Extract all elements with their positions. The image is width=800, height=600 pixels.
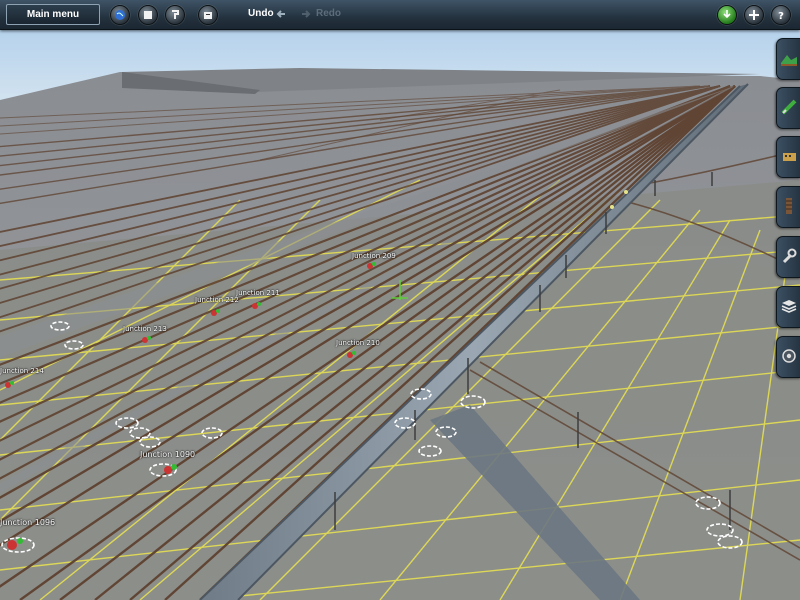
paint-brush-icon[interactable] (165, 5, 185, 25)
sidebar-tab-objects[interactable] (776, 136, 800, 178)
junction-label-211[interactable]: Junction 211 (236, 289, 280, 297)
layers-icon (781, 300, 797, 313)
sidebar-tab-rail[interactable] (776, 186, 800, 228)
top-toolbar: Main menu Undo Redo ? (0, 0, 800, 30)
junction-label-213[interactable]: Junction 213 (123, 325, 167, 333)
junction-label-1096[interactable]: Junction 1096 (0, 518, 55, 527)
world-scene[interactable] (0, 0, 800, 600)
building-icon (783, 153, 796, 161)
junction-label-214[interactable]: Junction 214 (0, 367, 44, 375)
redo-button[interactable]: Redo (316, 8, 341, 19)
earth-icon[interactable] (110, 5, 130, 25)
sidebar-tab-settings[interactable] (776, 236, 800, 278)
undo-arrow-icon[interactable] (275, 8, 287, 20)
svg-text:?: ? (778, 11, 784, 22)
sidebar-tab-options[interactable] (776, 336, 800, 378)
plus-icon[interactable] (744, 5, 764, 25)
junction-label-212[interactable]: Junction 212 (195, 296, 239, 304)
rail-icon (786, 198, 792, 214)
help-icon[interactable]: ? (771, 5, 791, 25)
gear-icon (782, 349, 796, 363)
track-lay-icon (781, 99, 797, 115)
junction-label-209[interactable]: Junction 209 (352, 252, 396, 260)
main-menu-button[interactable]: Main menu (6, 4, 100, 25)
sidebar-tab-layers[interactable] (776, 286, 800, 328)
junction-label-210[interactable]: Junction 210 (336, 339, 380, 347)
sidebar-tab-track[interactable] (776, 87, 800, 129)
redo-arrow-icon[interactable] (300, 8, 312, 20)
landscape-icon (781, 55, 797, 66)
surveyor-window: Junction 214 Junction 213 Junction 212 J… (0, 0, 800, 600)
stop-icon[interactable] (138, 5, 158, 25)
junction-label-1090[interactable]: Junction 1090 (140, 450, 195, 459)
undo-button[interactable]: Undo (248, 8, 274, 19)
camera-icon[interactable] (198, 5, 218, 25)
sidebar-tab-terrain[interactable] (776, 38, 800, 80)
play-icon[interactable] (717, 5, 737, 25)
wrench-icon (782, 248, 797, 264)
world-viewport[interactable] (0, 0, 800, 600)
